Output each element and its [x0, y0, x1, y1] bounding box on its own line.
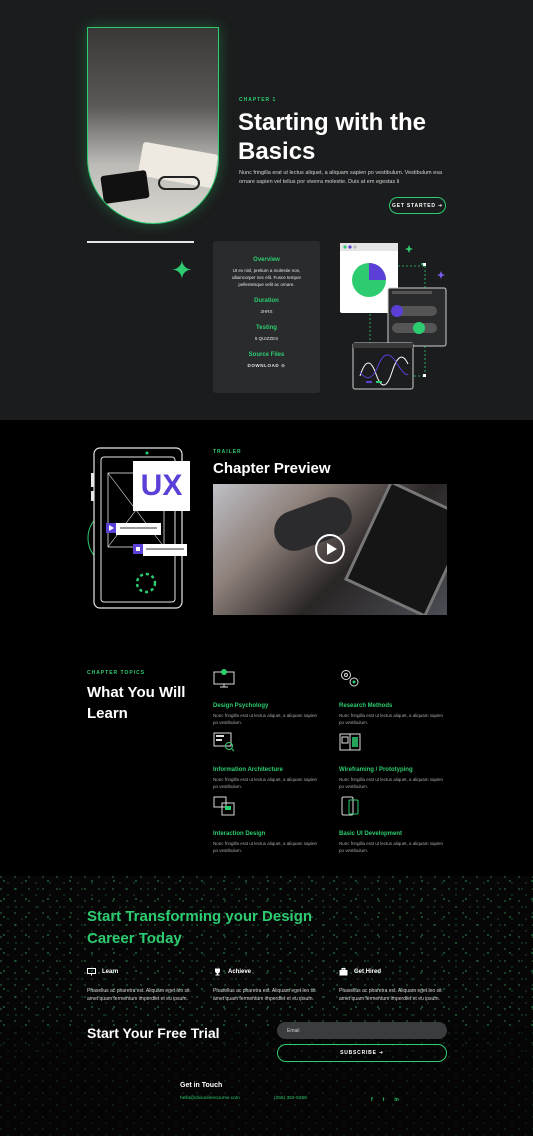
devices-icon: [213, 796, 235, 816]
topics-eyebrow: CHAPTER TOPICS: [87, 670, 146, 676]
social-links: f t in: [371, 1097, 399, 1103]
monitor-icon: [213, 669, 235, 688]
download-link[interactable]: DOWNLOAD ⊙: [213, 362, 320, 369]
get-started-button[interactable]: GET STARTED ➔: [389, 197, 446, 214]
overview-text: Ut ex nisl, pretium a molestie non, ulla…: [231, 268, 302, 287]
hero-eyebrow: CHAPTER 1: [239, 97, 277, 103]
cta-title: Start Transforming your Design Career To…: [87, 906, 347, 950]
source-files-title: Source Files: [248, 352, 285, 358]
topic-title: Wireframing / Prototyping: [339, 767, 413, 773]
trailer-eyebrow: TRAILER: [213, 449, 242, 455]
topic-title: Information Architecture: [213, 767, 283, 773]
hero-title: Starting with the Basics: [238, 108, 478, 166]
feature-item: Achieve Phasellus ac pharetra est. Aliqu…: [213, 968, 323, 1003]
screen-search-icon: [213, 732, 235, 752]
email-input[interactable]: [277, 1022, 447, 1039]
twitter-icon[interactable]: t: [383, 1097, 385, 1103]
monitor-icon: [87, 968, 96, 976]
topic-title: Research Methods: [339, 703, 393, 709]
topics-title: What You Will Learn: [87, 682, 185, 724]
trial-title: Start Your Free Trial: [87, 1025, 220, 1041]
feature-text: Phasellus ac pharetra est. Aliquam eget …: [87, 988, 190, 1002]
video-tablet-shape: [343, 484, 447, 615]
topic-item: Research Methods Nunc fringilla erat ut …: [339, 668, 449, 726]
topic-item: Wireframing / Prototyping Nunc fringilla…: [339, 732, 449, 790]
overview-title: Overview: [253, 257, 280, 263]
sparkle-icon: ✦: [171, 255, 193, 285]
feature-item: Get Hired Phasellus ac pharetra est. Ali…: [339, 968, 449, 1003]
wireframe-icon: [339, 733, 361, 751]
feature-title: Achieve: [228, 969, 252, 975]
briefcase-icon: [339, 968, 348, 976]
topic-text: Nunc fringilla erat ut lectus aliquet, a…: [339, 713, 444, 725]
ux-badge: UX: [133, 461, 190, 511]
trailer-title: Chapter Preview: [213, 460, 331, 477]
hero-divider: [87, 241, 194, 243]
topics-title-line2: Learn: [87, 705, 128, 722]
tablet-shape: [100, 169, 150, 205]
linkedin-icon[interactable]: in: [394, 1097, 398, 1103]
topic-item: Information Architecture Nunc fringilla …: [213, 732, 323, 790]
hero-title-line1: Starting with the: [238, 109, 426, 136]
topic-title: Design Psychology: [213, 703, 269, 709]
topic-item: Basic UI Development Nunc fringilla erat…: [339, 796, 449, 854]
feature-title: Learn: [102, 969, 119, 975]
feature-title: Get Hired: [354, 969, 382, 975]
topics-title-line1: What You Will: [87, 684, 186, 701]
hero-title-line2: Basics: [238, 138, 316, 165]
ui-illustration: [330, 236, 450, 396]
footer-email-link[interactable]: hello@divionlinecourse.com: [180, 1096, 240, 1101]
footer-phone-link[interactable]: (255) 352-6258: [274, 1096, 307, 1101]
trophy-icon: [215, 968, 220, 976]
subscribe-button[interactable]: SUBSCRIBE ➔: [277, 1044, 447, 1062]
feature-text: Phasellus ac pharetra est. Aliquam eget …: [213, 988, 316, 1002]
footer-title: Get in Touch: [180, 1082, 223, 1089]
topic-title: Interaction Design: [213, 831, 266, 837]
testing-value: 5 QUIZZES: [254, 336, 279, 341]
video-player[interactable]: [213, 484, 447, 615]
topic-text: Nunc fringilla erat ut lectus aliquet, a…: [339, 841, 444, 853]
facebook-icon[interactable]: f: [371, 1097, 373, 1103]
cta-title-line2: Career Today: [87, 930, 182, 947]
topic-text: Nunc fringilla erat ut lectus aliquet, a…: [213, 777, 318, 789]
gears-icon: [341, 670, 359, 687]
testing-title: Testing: [256, 325, 277, 331]
topic-item: Interaction Design Nunc fringilla erat u…: [213, 796, 323, 854]
topic-text: Nunc fringilla erat ut lectus aliquet, a…: [339, 777, 444, 789]
glasses-shape: [158, 176, 200, 190]
play-icon[interactable]: [315, 534, 345, 564]
duration-title: Duration: [254, 298, 279, 304]
details-card: Overview Ut ex nisl, pretium a molestie …: [213, 241, 320, 393]
topic-text: Nunc fringilla erat ut lectus aliquet, a…: [213, 841, 318, 853]
hero-description: Nunc fringilla erat ut lectus aliquet, a…: [239, 170, 443, 185]
hero-image: [87, 27, 219, 224]
topic-title: Basic UI Development: [339, 831, 403, 837]
cta-title-line1: Start Transforming your Design: [87, 908, 313, 925]
duration-value: 2HRS: [260, 309, 273, 314]
feature-item: Learn Phasellus ac pharetra est. Aliquam…: [87, 968, 197, 1003]
topic-text: Nunc fringilla erat ut lectus aliquet, a…: [213, 713, 318, 725]
ui-illustration-svg: [340, 243, 447, 390]
phone-icon: [341, 796, 359, 816]
topic-item: Design Psychology Nunc fringilla erat ut…: [213, 668, 323, 726]
feature-text: Phasellus ac pharetra est. Aliquam eget …: [339, 988, 442, 1002]
